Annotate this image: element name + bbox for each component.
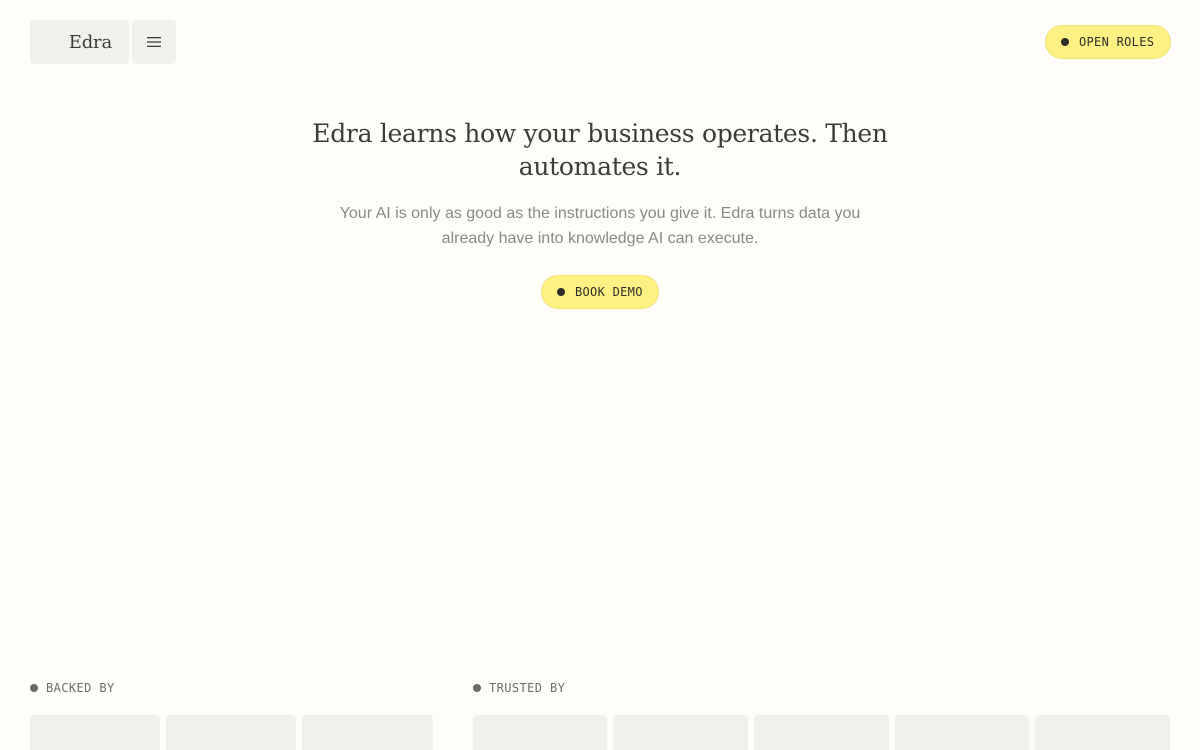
backed-by-label: BACKED BY xyxy=(30,681,115,695)
logo[interactable]: Edra xyxy=(30,20,129,64)
book-demo-label: BOOK DEMO xyxy=(575,285,643,299)
dot-icon xyxy=(1061,38,1069,46)
backer-logo-tile xyxy=(302,715,433,750)
customer-logo-tile xyxy=(1035,715,1170,750)
backed-by-text: BACKED BY xyxy=(46,681,115,695)
dot-icon xyxy=(557,288,565,296)
hero-subtitle: Your AI is only as good as the instructi… xyxy=(339,205,861,247)
customer-logo-tile xyxy=(613,715,748,750)
open-roles-button[interactable]: OPEN ROLES xyxy=(1045,25,1171,59)
backer-logo-tile xyxy=(166,715,296,750)
dot-icon xyxy=(473,684,481,692)
backer-logo-tile xyxy=(30,715,160,750)
logo-text: Edra xyxy=(68,31,112,53)
hamburger-menu-icon xyxy=(147,37,161,47)
customer-logo-tile xyxy=(895,715,1029,750)
trusted-by-text: TRUSTED BY xyxy=(489,681,566,695)
book-demo-button[interactable]: BOOK DEMO xyxy=(541,275,659,309)
trusted-by-label: TRUSTED BY xyxy=(473,681,565,695)
open-roles-label: OPEN ROLES xyxy=(1079,35,1155,49)
dot-icon xyxy=(30,684,38,692)
menu-button[interactable] xyxy=(132,20,176,64)
customer-logo-tile xyxy=(754,715,889,750)
customer-logo-tile xyxy=(473,715,607,750)
hero-title: Edra learns how your business operates. … xyxy=(312,119,888,181)
